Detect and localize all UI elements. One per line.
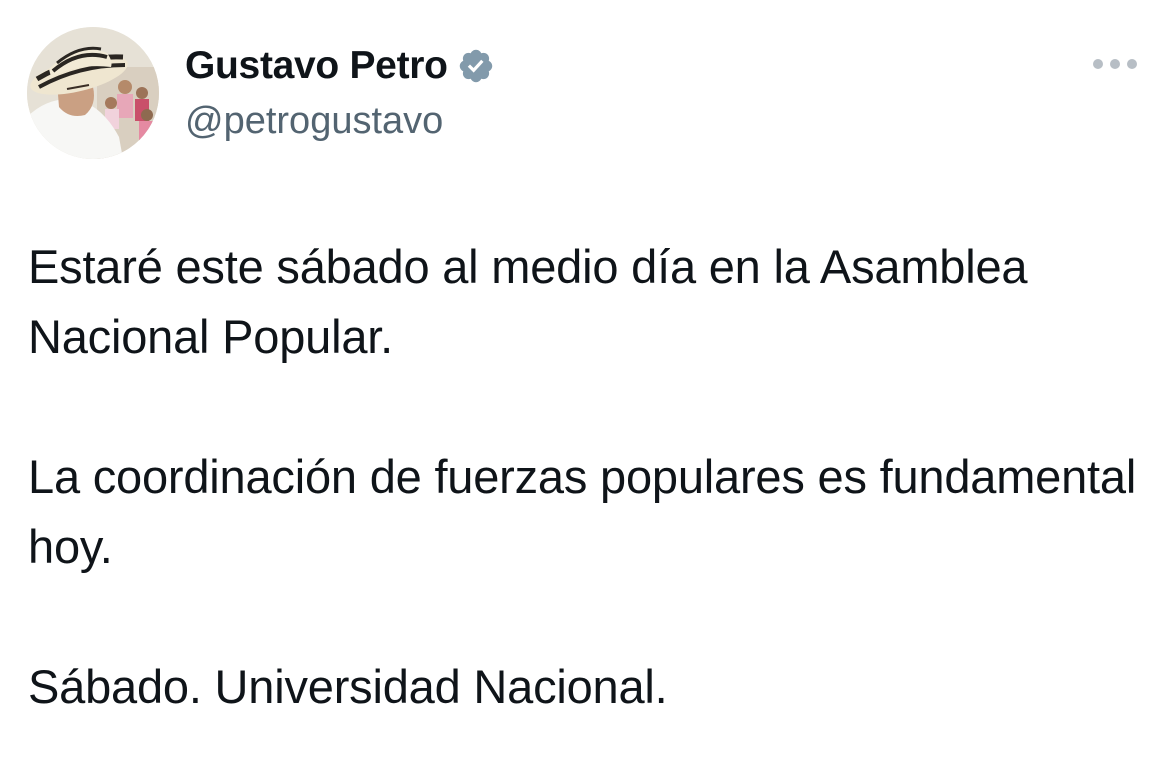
tweet-paragraph: Estaré este sábado al medio día en la As… (28, 240, 1028, 363)
avatar[interactable] (27, 27, 159, 159)
tweet-paragraph: La coordinación de fuerzas populares es … (28, 450, 1137, 573)
tweet-card: Gustavo Petro @petrogustavo Estaré este … (0, 0, 1170, 774)
avatar-image (27, 27, 159, 159)
more-dot (1127, 59, 1137, 69)
name-row: Gustavo Petro (185, 40, 495, 92)
more-dot (1110, 59, 1120, 69)
tweet-paragraph: Sábado. Universidad Nacional. (28, 660, 668, 713)
more-dot (1093, 59, 1103, 69)
author-block: Gustavo Petro @petrogustavo (185, 40, 495, 147)
author-handle[interactable]: @petrogustavo (185, 95, 495, 147)
verified-badge-icon (457, 47, 495, 85)
tweet-text: Estaré este sábado al medio día en la As… (28, 232, 1143, 722)
more-horizontal-icon[interactable] (1093, 54, 1137, 74)
author-display-name[interactable]: Gustavo Petro (185, 40, 448, 92)
